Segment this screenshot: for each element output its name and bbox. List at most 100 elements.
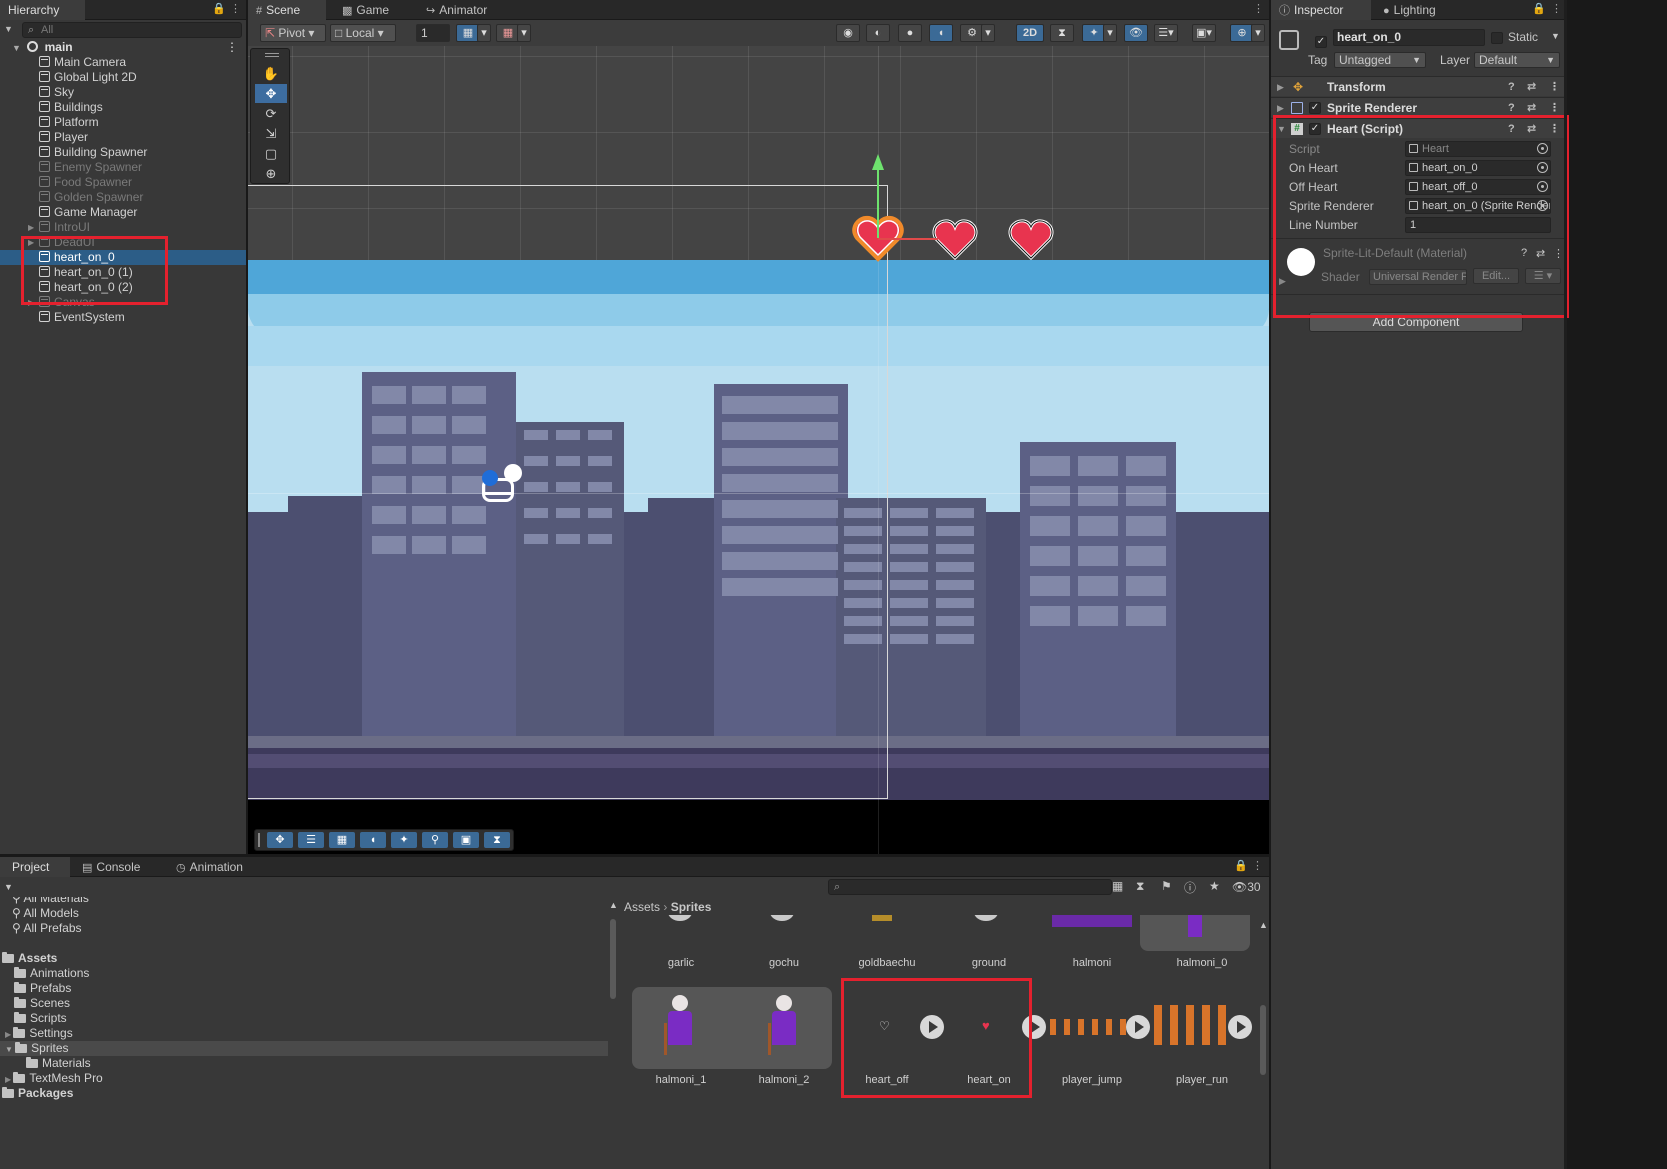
scroll-up-icon[interactable]: ▲ — [609, 900, 618, 910]
scale-tool-icon[interactable]: ⇲ — [255, 124, 287, 143]
add-component-button[interactable]: Add Component — [1309, 312, 1523, 332]
preset-icon[interactable]: ⇄ — [1527, 77, 1536, 97]
asset-label[interactable]: gochu — [734, 957, 834, 969]
off-heart-field[interactable]: heart_off_0 — [1405, 179, 1551, 195]
static-dropdown-icon[interactable]: ▼ — [1551, 31, 1560, 41]
expand-arrow-icon[interactable]: ▶ — [28, 235, 34, 250]
breadcrumb-item[interactable]: Assets — [624, 900, 660, 914]
more-icon[interactable]: ⋮ — [1551, 2, 1562, 15]
transform-component-header[interactable]: ▶ ✥ Transform ? ⇄ ⋮ — [1271, 76, 1567, 96]
filter-icon[interactable]: ⧗ — [1136, 879, 1144, 894]
tree-scrollbar[interactable] — [610, 919, 616, 999]
scene-viewport[interactable] — [248, 46, 1269, 854]
hierarchy-item[interactable]: Global Light 2D — [0, 70, 246, 85]
create-dropdown-icon[interactable]: ▼ — [4, 882, 13, 892]
hierarchy-item[interactable]: Sky — [0, 85, 246, 100]
overlay-align-icon[interactable]: ☰ — [298, 832, 324, 848]
lit-icon[interactable]: ◖ — [929, 24, 953, 42]
sphere-icon[interactable]: ● — [898, 24, 922, 42]
asset-thumb-halmoni[interactable] — [1052, 915, 1132, 927]
tree-folder[interactable]: ▼ Sprites — [0, 1041, 608, 1056]
line-number-field[interactable]: 1 — [1405, 217, 1551, 233]
asset-label[interactable]: halmoni — [1042, 957, 1142, 969]
sprite-renderer-field[interactable]: heart_on_0 (Sprite Renderer) — [1405, 198, 1551, 214]
help-icon[interactable]: ? — [1508, 77, 1515, 97]
breadcrumb-item[interactable]: Sprites — [671, 900, 712, 914]
hierarchy-search-input[interactable]: All — [22, 22, 242, 38]
grip-icon[interactable] — [258, 833, 260, 847]
asset-label[interactable]: halmoni_1 — [631, 1074, 731, 1086]
tab-project[interactable]: Project — [0, 857, 70, 877]
more-icon[interactable]: ⋮ — [230, 2, 241, 15]
grid-dropdown-icon[interactable]: ▾ — [517, 24, 531, 42]
asset-thumb-goldbaechu[interactable] — [872, 915, 892, 921]
scene-root-row[interactable]: ▼ main ⋮ — [0, 40, 246, 55]
asset-thumb-player-jump[interactable] — [1050, 1019, 1126, 1035]
material-foldout-icon[interactable]: ▶ — [1279, 276, 1286, 287]
more-icon[interactable]: ⋮ — [1549, 119, 1560, 139]
shader-menu-icon[interactable]: ☰ ▾ — [1525, 268, 1561, 284]
asset-label[interactable]: player_jump — [1042, 1074, 1142, 1086]
hierarchy-item[interactable]: Food Spawner — [0, 175, 246, 190]
layer-dropdown[interactable]: Default ▼ — [1474, 52, 1560, 68]
more-icon[interactable]: ⋮ — [1252, 859, 1263, 872]
hierarchy-item[interactable]: Enemy Spawner — [0, 160, 246, 175]
asset-thumb-ground[interactable] — [974, 915, 998, 921]
overlay-search-icon[interactable]: ⚲ — [422, 832, 448, 848]
overlay-grid-icon[interactable]: ▦ — [329, 832, 355, 848]
halmoni-group-card[interactable] — [632, 987, 832, 1069]
overlay-camera-icon[interactable]: ▣ — [453, 832, 479, 848]
enabled-checkbox[interactable]: ✓ — [1309, 102, 1321, 114]
favorite-icon[interactable]: ★ — [1209, 879, 1220, 893]
snap-dropdown-icon[interactable]: ▾ — [477, 24, 491, 42]
hierarchy-item[interactable]: Building Spawner — [0, 145, 246, 160]
help-icon[interactable]: ? — [1508, 98, 1515, 118]
active-checkbox[interactable]: ✓ — [1315, 31, 1327, 48]
heart-script-component-header[interactable]: ▼ # ✓ Heart (Script) ? ⇄ ⋮ — [1271, 118, 1567, 138]
lighting-toggle-icon[interactable]: ⧗ — [1050, 24, 1074, 42]
expand-arrow-icon[interactable]: ▶ — [5, 1075, 13, 1084]
tab-lighting[interactable]: ● Lighting — [1375, 0, 1444, 20]
asset-label[interactable]: ground — [939, 957, 1039, 969]
tree-folder[interactable]: Packages — [0, 1086, 608, 1101]
enabled-checkbox[interactable]: ✓ — [1309, 123, 1321, 135]
move-gizmo-y-axis[interactable] — [877, 166, 879, 238]
tab-animator[interactable]: ↪ Animator — [418, 0, 495, 20]
object-name-field[interactable]: heart_on_0 — [1333, 29, 1485, 46]
preset-icon[interactable]: ⇄ — [1536, 247, 1545, 260]
tree-folder[interactable]: Animations — [0, 966, 608, 981]
asset-thumb-heart-on[interactable]: ♥ — [982, 1018, 990, 1033]
visibility-icon[interactable]: 👁 — [1124, 24, 1148, 42]
rotate-tool-icon[interactable]: ⟳ — [255, 104, 287, 123]
expand-arrow-icon[interactable]: ▶ — [28, 220, 34, 235]
asset-label[interactable]: goldbaechu — [837, 957, 937, 969]
preset-icon[interactable]: ⇄ — [1527, 119, 1536, 139]
asset-label[interactable]: heart_on — [939, 1074, 1039, 1086]
more-icon[interactable]: ⋮ — [1553, 247, 1564, 260]
asset-label[interactable]: halmoni_0 — [1152, 957, 1252, 969]
search-by-type-icon[interactable]: ▦ — [1112, 879, 1123, 893]
tree-folder[interactable]: ▶ Settings — [0, 1026, 608, 1041]
asset-label[interactable]: garlic — [631, 957, 731, 969]
foldout-arrow-icon[interactable]: ▶ — [1277, 77, 1284, 97]
favorite-all-materials[interactable]: ⚲ All Materials — [0, 897, 608, 906]
overlay-fx-icon[interactable]: ⧗ — [484, 832, 510, 848]
mode-2d-button[interactable]: 2D — [1016, 24, 1044, 42]
shader-edit-button[interactable]: Edit... — [1473, 268, 1519, 284]
local-dropdown[interactable]: □ Local ▾ — [330, 24, 396, 42]
play-preview-icon[interactable] — [920, 1015, 944, 1039]
more-icon[interactable]: ⋮ — [1549, 77, 1560, 97]
palette-grip-icon[interactable] — [265, 53, 279, 57]
hierarchy-item[interactable]: ▶ Canvas — [0, 295, 246, 310]
gizmos-dropdown-icon[interactable]: ▾ — [1251, 24, 1265, 42]
collapse-arrow-icon[interactable]: ▼ — [5, 1045, 15, 1054]
more-icon[interactable]: ⋮ — [1549, 98, 1560, 118]
hierarchy-item[interactable]: heart_on_0 (1) — [0, 265, 246, 280]
grid-scrollbar[interactable] — [1260, 1005, 1266, 1075]
asset-label[interactable]: halmoni_2 — [734, 1074, 834, 1086]
asset-thumb-halmoni-2[interactable] — [768, 995, 800, 1057]
help-icon[interactable]: ? — [1508, 119, 1515, 139]
play-preview-icon[interactable] — [1022, 1015, 1046, 1039]
tab-inspector[interactable]: ⓘ Inspector — [1271, 0, 1371, 20]
tree-folder[interactable]: Assets — [0, 951, 608, 966]
